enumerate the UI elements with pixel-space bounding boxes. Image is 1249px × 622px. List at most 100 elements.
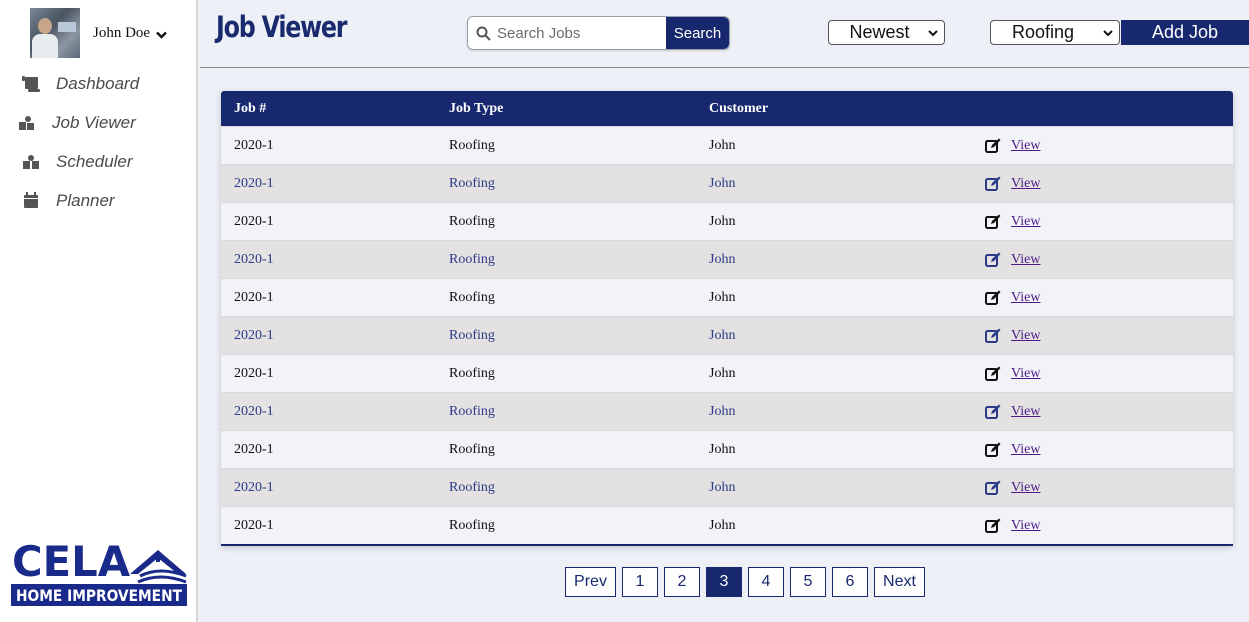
chevron-down-icon	[1103, 30, 1113, 37]
table-row: 2020-1 Roofing John View	[221, 316, 1233, 354]
sort-select[interactable]: Newest	[828, 20, 945, 45]
cell-job-number: 2020-1	[234, 175, 274, 191]
cell-job-type: Roofing	[449, 403, 495, 419]
cell-job-number: 2020-1	[234, 289, 274, 305]
column-header-job-type: Job Type	[449, 100, 504, 116]
sort-select-value: Newest	[849, 22, 910, 42]
cell-job-type: Roofing	[449, 441, 495, 457]
view-link[interactable]: View	[1011, 138, 1040, 154]
row-actions: View	[985, 252, 1040, 268]
prev-page-button[interactable]: Prev	[565, 567, 616, 597]
edit-icon[interactable]	[985, 518, 1001, 534]
cell-customer: John	[709, 251, 736, 267]
pagination: Prev 123456 Next	[565, 567, 931, 597]
cell-customer: John	[709, 213, 736, 229]
edit-icon[interactable]	[985, 404, 1001, 420]
view-link[interactable]: View	[1011, 328, 1040, 344]
cell-job-number: 2020-1	[234, 479, 274, 495]
table-row: 2020-1 Roofing John View	[221, 202, 1233, 240]
view-link[interactable]: View	[1011, 442, 1040, 458]
cell-customer: John	[709, 479, 736, 495]
view-link[interactable]: View	[1011, 176, 1040, 192]
table-row: 2020-1 Roofing John View	[221, 278, 1233, 316]
next-page-button[interactable]: Next	[874, 567, 925, 597]
job-type-select-value: Roofing	[1011, 22, 1075, 42]
cell-job-type: Roofing	[449, 365, 495, 381]
table-row: 2020-1 Roofing John View	[221, 240, 1233, 278]
sidebar-item-scheduler[interactable]: Scheduler	[0, 142, 196, 181]
job-viewer-icon	[16, 114, 38, 132]
cell-job-type: Roofing	[449, 175, 495, 191]
page-button[interactable]: 1	[622, 567, 658, 597]
table-row: 2020-1 Roofing John View	[221, 164, 1233, 202]
page-button[interactable]: 3	[706, 567, 742, 597]
view-link[interactable]: View	[1011, 252, 1040, 268]
edit-icon[interactable]	[985, 366, 1001, 382]
view-link[interactable]: View	[1011, 480, 1040, 496]
search-icon	[476, 26, 491, 41]
cell-job-number: 2020-1	[234, 327, 274, 343]
svg-text:HOME IMPROVEMENT: HOME IMPROVEMENT	[16, 586, 182, 605]
company-logo: CELA HOME IMPROVEMENT	[11, 537, 187, 606]
edit-icon[interactable]	[985, 442, 1001, 458]
chevron-down-icon[interactable]	[156, 31, 167, 39]
cell-job-type: Roofing	[449, 479, 495, 495]
search-bar: Search	[467, 16, 730, 50]
edit-icon[interactable]	[985, 214, 1001, 230]
view-link[interactable]: View	[1011, 518, 1040, 534]
view-link[interactable]: View	[1011, 290, 1040, 306]
table-header: Job # Job Type Customer	[221, 91, 1233, 126]
page-button[interactable]: 2	[664, 567, 700, 597]
sidebar-item-dashboard[interactable]: Dashboard	[0, 64, 196, 103]
sidebar-item-label: Job Viewer	[52, 112, 136, 132]
cell-job-type: Roofing	[449, 517, 495, 533]
cell-job-type: Roofing	[449, 213, 495, 229]
cell-customer: John	[709, 517, 736, 533]
page-title: Job Viewer	[216, 10, 348, 44]
cell-customer: John	[709, 441, 736, 457]
row-actions: View	[985, 404, 1040, 420]
user-profile[interactable]: John Doe	[30, 8, 167, 58]
column-header-job-number: Job #	[234, 100, 267, 116]
edit-icon[interactable]	[985, 290, 1001, 306]
row-actions: View	[985, 214, 1040, 230]
page-button[interactable]: 4	[748, 567, 784, 597]
page-button[interactable]: 6	[832, 567, 868, 597]
cell-job-number: 2020-1	[234, 213, 274, 229]
edit-icon[interactable]	[985, 176, 1001, 192]
table-row: 2020-1 Roofing John View	[221, 354, 1233, 392]
edit-icon[interactable]	[985, 138, 1001, 154]
edit-icon[interactable]	[985, 480, 1001, 496]
cell-job-number: 2020-1	[234, 365, 274, 381]
view-link[interactable]: View	[1011, 366, 1040, 382]
search-button[interactable]: Search	[666, 17, 729, 49]
cell-job-type: Roofing	[449, 327, 495, 343]
view-link[interactable]: View	[1011, 404, 1040, 420]
sidebar-nav: Dashboard Job Viewer Scheduler Planner	[0, 64, 196, 220]
cell-job-number: 2020-1	[234, 403, 274, 419]
cell-job-number: 2020-1	[234, 517, 274, 533]
cell-job-number: 2020-1	[234, 251, 274, 267]
sidebar: John Doe Dashboard Job Viewer Scheduler	[0, 0, 198, 622]
column-header-customer: Customer	[709, 100, 769, 116]
chevron-down-icon	[928, 30, 938, 37]
sidebar-item-label: Dashboard	[56, 73, 140, 93]
cell-customer: John	[709, 365, 736, 381]
cell-customer: John	[709, 403, 736, 419]
sidebar-item-job-viewer[interactable]: Job Viewer	[0, 103, 196, 142]
table-row: 2020-1 Roofing John View	[221, 126, 1233, 164]
sidebar-item-planner[interactable]: Planner	[0, 181, 196, 220]
job-type-select[interactable]: Roofing	[990, 20, 1120, 45]
cell-customer: John	[709, 289, 736, 305]
edit-icon[interactable]	[985, 328, 1001, 344]
table-row: 2020-1 Roofing John View	[221, 392, 1233, 430]
edit-icon[interactable]	[985, 252, 1001, 268]
calendar-icon	[20, 192, 42, 210]
search-input[interactable]	[497, 24, 657, 42]
page-button[interactable]: 5	[790, 567, 826, 597]
view-link[interactable]: View	[1011, 214, 1040, 230]
row-actions: View	[985, 442, 1040, 458]
add-job-button[interactable]: Add Job	[1121, 20, 1249, 45]
cell-customer: John	[709, 137, 736, 153]
cell-job-number: 2020-1	[234, 441, 274, 457]
